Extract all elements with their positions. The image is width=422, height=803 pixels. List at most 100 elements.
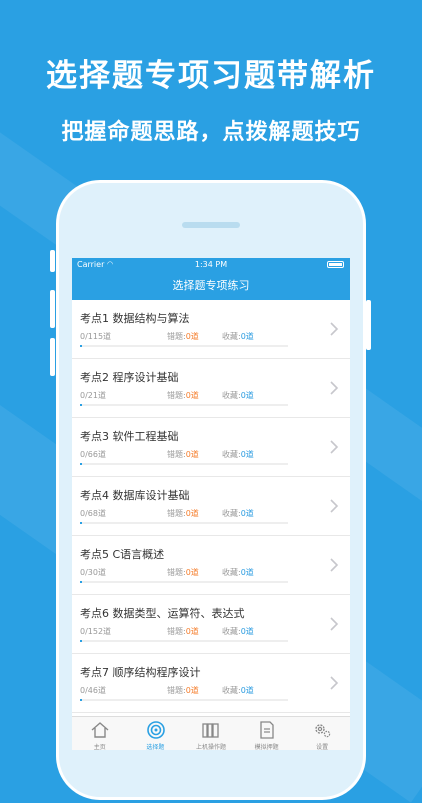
favorite-count: 收藏:0道 (222, 626, 254, 637)
favorite-label: 收藏: (222, 450, 241, 459)
wrong-label: 错题: (167, 627, 186, 636)
chevron-right-icon (330, 440, 339, 454)
chevron-right-icon (330, 558, 339, 572)
tab-label: 上机操作题 (195, 744, 226, 750)
list-item[interactable]: 考点7 顺序结构程序设计 0/46道 错题:0道 收藏:0道 (72, 654, 350, 713)
progress-fill (80, 463, 82, 465)
favorite-label: 收藏: (222, 332, 241, 341)
nav-title: 选择题专项练习 (72, 272, 350, 300)
favorite-count: 收藏:0道 (222, 390, 254, 401)
chevron-right-icon (330, 617, 339, 631)
wrong-value: 0道 (185, 686, 199, 695)
progress-bar (80, 404, 288, 406)
progress-fill (80, 404, 82, 406)
progress-bar (80, 640, 288, 642)
wrong-count: 错题:0道 (167, 449, 199, 460)
chevron-right-icon (330, 676, 339, 690)
wrong-label: 错题: (167, 568, 186, 577)
phone-side-button (50, 290, 55, 328)
favorite-label: 收藏: (222, 627, 241, 636)
promo-headline: 选择题专项习题带解析 (46, 58, 376, 94)
progress-count: 0/68道 (80, 509, 106, 518)
wrong-value: 0道 (185, 391, 199, 400)
list-item[interactable]: 考点5 C语言概述 0/30道 错题:0道 收藏:0道 (72, 536, 350, 595)
favorite-count: 收藏:0道 (222, 331, 254, 342)
wrong-label: 错题: (167, 332, 186, 341)
wrong-count: 错题:0道 (167, 685, 199, 696)
progress-fill (80, 699, 82, 701)
progress-bar (80, 522, 288, 524)
wrong-label: 错题: (167, 391, 186, 400)
wrong-count: 错题:0道 (167, 626, 199, 637)
wrong-label: 错题: (167, 686, 186, 695)
app-screen: Carrier ◠ 1:34 PM 选择题专项练习 考点1 数据结构与算法 0/… (72, 258, 350, 750)
favorite-label: 收藏: (222, 509, 241, 518)
wrong-count: 错题:0道 (167, 331, 199, 342)
favorite-count: 收藏:0道 (222, 508, 254, 519)
wrong-value: 0道 (185, 568, 199, 577)
list-item[interactable]: 考点3 软件工程基础 0/66道 错题:0道 收藏:0道 (72, 418, 350, 477)
tab-settings[interactable]: 设置 (294, 717, 350, 750)
chevron-right-icon (330, 499, 339, 513)
topic-title: 考点4 数据库设计基础 (80, 489, 190, 502)
progress-fill (80, 522, 82, 524)
list-item[interactable]: 考点2 程序设计基础 0/21道 错题:0道 收藏:0道 (72, 359, 350, 418)
tab-label: 主页 (93, 744, 106, 750)
progress-count: 0/152道 (80, 627, 112, 636)
tab-choice[interactable]: 选择题 (128, 717, 184, 750)
progress-count: 0/21道 (80, 391, 106, 400)
wrong-value: 0道 (185, 509, 199, 518)
chevron-right-icon (330, 381, 339, 395)
topic-title: 考点1 数据结构与算法 (80, 312, 190, 325)
wrong-count: 错题:0道 (167, 508, 199, 519)
favorite-value: 0道 (240, 627, 254, 636)
tab-mock[interactable]: 模拟押题 (239, 717, 295, 750)
promo-subheadline: 把握命题思路，点拨解题技巧 (61, 120, 361, 145)
progress-count: 0/115道 (80, 332, 112, 341)
progress-fill (80, 345, 82, 347)
favorite-label: 收藏: (222, 568, 241, 577)
wrong-value: 0道 (185, 627, 199, 636)
tab-home[interactable]: 主页 (72, 717, 128, 750)
tab-label: 模拟押题 (254, 744, 279, 750)
phone-side-button (50, 338, 55, 376)
favorite-value: 0道 (240, 509, 254, 518)
progress-bar (80, 581, 288, 583)
favorite-value: 0道 (240, 391, 254, 400)
favorite-label: 收藏: (222, 686, 241, 695)
wrong-count: 错题:0道 (167, 390, 199, 401)
progress-fill (80, 640, 82, 642)
favorite-value: 0道 (240, 332, 254, 341)
list-item[interactable]: 考点1 数据结构与算法 0/115道 错题:0道 收藏:0道 (72, 300, 350, 359)
favorite-value: 0道 (240, 686, 254, 695)
topic-list: 考点1 数据结构与算法 0/115道 错题:0道 收藏:0道 考点2 程序设计基… (72, 300, 350, 750)
tab-bar: 主页 选择题 上机操作题 模拟押题 设置 (72, 716, 350, 750)
progress-bar (80, 463, 288, 465)
topic-title: 考点6 数据类型、运算符、表达式 (80, 607, 245, 620)
battery-icon (327, 261, 344, 268)
progress-count: 0/30道 (80, 568, 106, 577)
wrong-value: 0道 (185, 450, 199, 459)
wrong-label: 错题: (167, 509, 186, 518)
favorite-count: 收藏:0道 (222, 685, 254, 696)
progress-bar (80, 699, 288, 701)
list-item[interactable]: 考点6 数据类型、运算符、表达式 0/152道 错题:0道 收藏:0道 (72, 595, 350, 654)
list-item[interactable]: 考点4 数据库设计基础 0/68道 错题:0道 收藏:0道 (72, 477, 350, 536)
favorite-label: 收藏: (222, 391, 241, 400)
favorite-count: 收藏:0道 (222, 567, 254, 578)
favorite-value: 0道 (240, 450, 254, 459)
topic-title: 考点5 C语言概述 (80, 548, 165, 561)
progress-fill (80, 581, 82, 583)
tab-operation[interactable]: 上机操作题 (183, 717, 239, 750)
progress-bar (80, 345, 288, 347)
progress-count: 0/66道 (80, 450, 106, 459)
tab-label: 选择题 (146, 744, 165, 750)
phone-side-button (50, 250, 55, 272)
wrong-count: 错题:0道 (167, 567, 199, 578)
phone-power-button (366, 300, 371, 350)
status-time: 1:34 PM (194, 260, 228, 269)
phone-earpiece (182, 222, 240, 228)
wrong-label: 错题: (167, 450, 186, 459)
favorite-value: 0道 (240, 568, 254, 577)
wrong-value: 0道 (185, 332, 199, 341)
